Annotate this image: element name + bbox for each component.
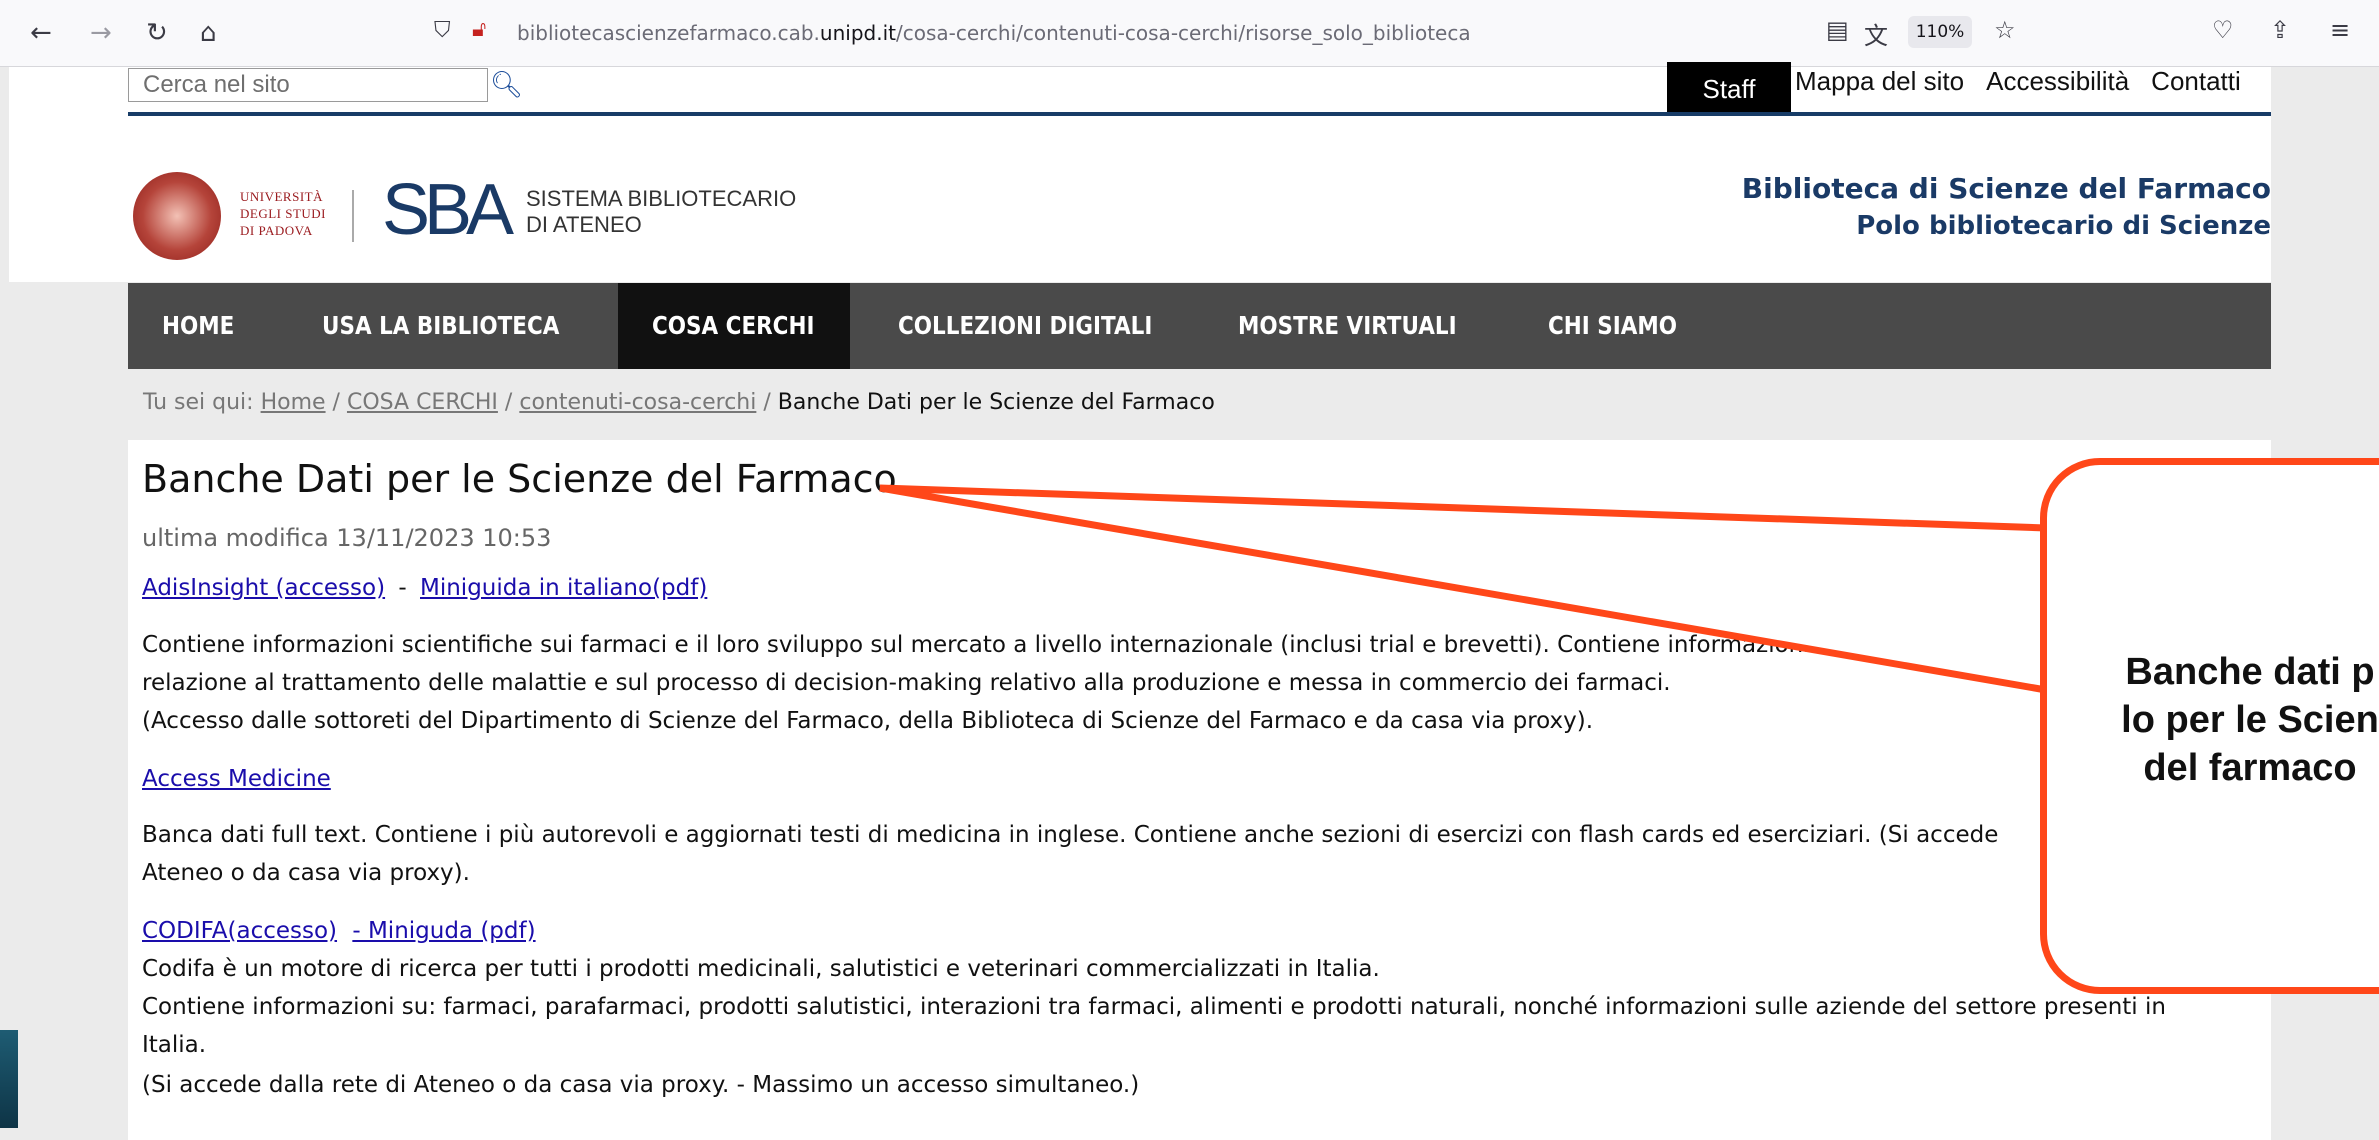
callout-pointer <box>879 484 2047 694</box>
callout-text: Banche dati p lo per le Scien del farmac… <box>2121 651 2379 789</box>
